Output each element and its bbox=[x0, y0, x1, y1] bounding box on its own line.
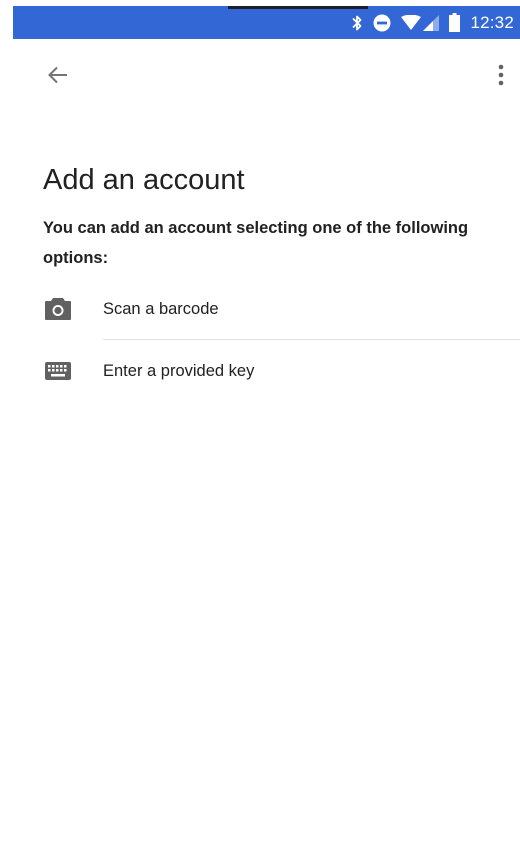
status-time: 12:32 bbox=[470, 12, 514, 32]
back-button[interactable] bbox=[40, 57, 76, 93]
option-list: Scan a barcode Enter a provided key bbox=[0, 278, 520, 402]
bluetooth-icon bbox=[351, 14, 363, 32]
status-bar: 12:32 bbox=[13, 6, 520, 39]
option-label: Scan a barcode bbox=[103, 299, 219, 318]
screen: 12:32 Add an account You can add an acco… bbox=[0, 0, 520, 865]
page-description: You can add an account selecting one of … bbox=[43, 219, 469, 267]
do-not-disturb-icon bbox=[373, 14, 391, 32]
option-label: Enter a provided key bbox=[103, 361, 255, 380]
page-title: Add an account bbox=[43, 164, 245, 196]
wifi-icon bbox=[401, 14, 422, 31]
option-scan-barcode[interactable]: Scan a barcode bbox=[0, 278, 520, 340]
status-bar-notch bbox=[228, 6, 368, 9]
battery-icon bbox=[449, 13, 461, 32]
toolbar bbox=[0, 39, 520, 109]
more-options-button[interactable] bbox=[484, 57, 518, 93]
option-enter-key[interactable]: Enter a provided key bbox=[0, 340, 520, 402]
signal-icon bbox=[423, 14, 440, 31]
camera-icon bbox=[44, 295, 72, 323]
arrow-back-icon bbox=[48, 66, 68, 84]
keyboard-icon bbox=[44, 357, 72, 385]
more-vert-icon bbox=[498, 64, 504, 86]
